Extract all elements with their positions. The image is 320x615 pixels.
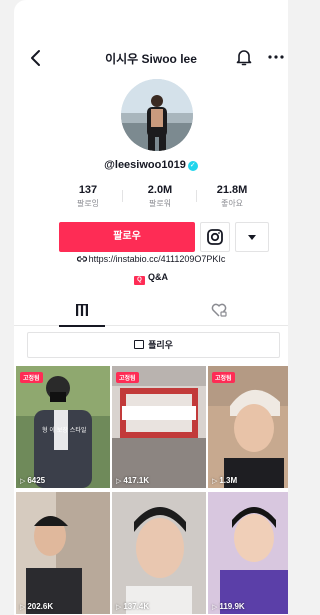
verified-badge-icon: ✓ [187,161,198,171]
avatar[interactable] [121,79,193,151]
video-thumbnail[interactable]: 고정됨 1.3M [208,366,288,488]
svg-text:형 이 보장 스타일: 형 이 보장 스타일 [42,426,86,434]
video-thumbnail-image: 형 이 보장 스타일 [16,366,110,488]
video-thumbnail-image [208,366,288,488]
video-thumbnail[interactable]: 137.4K [112,492,206,614]
video-thumbnail-image [112,366,206,488]
active-tab-indicator [59,325,105,327]
video-thumbnail[interactable]: 고정됨 417.1K [112,366,206,488]
profile-screen: 이시우 Siwoo lee @leesiwoo1019 ✓ 137 팔로잉 2.… [14,0,288,615]
stat-likes-value: 21.8M [216,184,248,196]
stat-divider [196,190,197,202]
stat-likes[interactable]: 21.8M 좋아요 [202,184,262,209]
suggested-accounts-button[interactable] [235,222,269,252]
stat-followers-label: 팔로워 [148,199,172,208]
tab-liked[interactable] [151,294,288,326]
bell-icon[interactable] [234,47,254,67]
follow-button[interactable]: 팔로우 [59,222,195,252]
video-thumbnail[interactable]: 202.6K [16,492,110,614]
stat-following-value: 137 [78,184,98,196]
tab-videos[interactable] [14,294,151,327]
stat-following-label: 팔로잉 [76,199,100,208]
view-count: 6425 [20,476,45,485]
qa-icon: Q [134,276,145,285]
video-thumbnail-image [208,492,288,614]
instagram-icon [207,229,223,245]
avatar-photo [121,79,193,151]
playlist-label: 플리우 [148,340,173,350]
caret-down-icon [248,235,256,240]
view-count: 1.3M [212,476,237,485]
playlist-button[interactable]: 플리우 [27,332,280,358]
stat-following[interactable]: 137 팔로잉 [58,184,118,209]
stat-followers-value: 2.0M [147,184,173,196]
bio-link-text: https://instabio.cc/4111209O7PKIc [88,254,226,264]
video-thumbnail-image [16,492,110,614]
grid-icon [76,304,88,316]
bio-link[interactable]: https://instabio.cc/4111209O7PKIc [14,254,288,264]
stat-divider [122,190,123,202]
qa-label: Q&A [148,272,168,282]
profile-stats: 137 팔로잉 2.0M 팔로워 21.8M 좋아요 [62,184,258,212]
username-text: @leesiwoo1019 [104,159,186,171]
heart-lock-icon [211,303,227,317]
qa-link[interactable]: Q Q&A [14,272,288,285]
view-count: 119.9K [212,602,244,611]
link-icon [76,256,87,262]
pinned-badge: 고정됨 [116,372,139,383]
profile-actions: 팔로우 [59,222,269,252]
more-horizontal-icon[interactable] [266,47,286,67]
view-count: 417.1K [116,476,149,485]
username: @leesiwoo1019 ✓ [14,159,288,171]
pinned-badge: 고정됨 [20,372,43,383]
view-count: 202.6K [20,602,53,611]
view-count: 137.4K [116,602,149,611]
stat-followers[interactable]: 2.0M 팔로워 [130,184,190,209]
video-thumbnail[interactable]: 119.9K [208,492,288,614]
video-thumbnail-image [112,492,206,614]
pinned-badge: 고정됨 [212,372,235,383]
video-thumbnail[interactable]: 형 이 보장 스타일 고정됨 6425 [16,366,110,488]
content-tabs [14,294,288,327]
stat-likes-label: 좋아요 [220,199,244,208]
playlist-icon [134,340,145,349]
top-bar: 이시우 Siwoo lee [14,40,288,76]
instagram-button[interactable] [200,222,230,252]
